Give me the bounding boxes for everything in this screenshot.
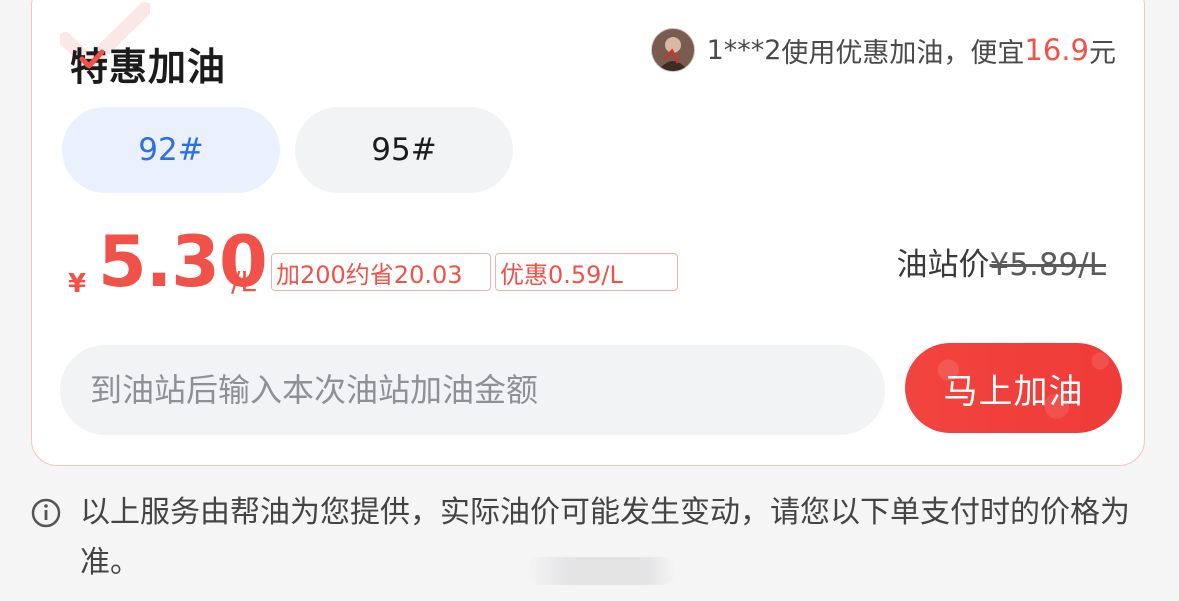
fuel-type-95-button[interactable]: 95#: [295, 107, 513, 193]
promo-banner: 1***2 使用优惠加油，便宜 16.9 元: [650, 27, 1116, 73]
user-avatar: [650, 28, 695, 72]
discount-tag: 优惠0.59/L: [495, 253, 678, 291]
station-price-label: 油站价: [896, 247, 990, 283]
currency-symbol: ¥: [68, 269, 87, 299]
promo-user: 1***2: [706, 34, 782, 66]
station-price-value: ¥5.89/L: [989, 247, 1106, 283]
refuel-now-button[interactable]: 马上加油: [905, 343, 1122, 433]
check-mark-icon: [79, 49, 105, 69]
station-price: 油站价¥5.89/L: [897, 239, 1106, 284]
info-circle-icon: [31, 498, 61, 528]
scroll-indicator[interactable]: [526, 557, 676, 585]
fuel-amount-input[interactable]: [60, 345, 885, 435]
promo-text: 使用优惠加油，便宜: [781, 37, 1025, 69]
price-unit: /L: [231, 265, 257, 298]
savings-tag: 加200约省20.03: [271, 253, 491, 291]
special-fuel-card: 特惠加油 1***2 使用优惠加油，便宜 16.9 元 92# 95# ¥ 5.…: [31, 0, 1145, 466]
promo-unit: 元: [1089, 37, 1116, 69]
promo-amount: 16.9: [1024, 33, 1089, 67]
fuel-type-92-button[interactable]: 92#: [62, 107, 280, 193]
